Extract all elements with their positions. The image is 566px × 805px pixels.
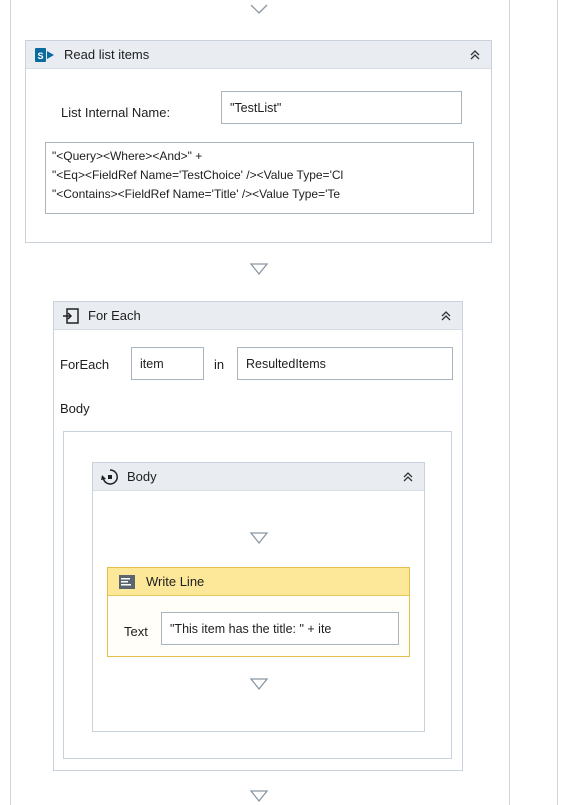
query-line: "<Contains><FieldRef Name='Title' /><Val… <box>52 187 341 201</box>
body-sequence-activity[interactable]: Body Write Line Text "This item has the … <box>92 462 425 732</box>
for-each-title: For Each <box>88 308 141 323</box>
double-chevron-up-icon[interactable] <box>438 308 454 324</box>
query-line: "<Eq><FieldRef Name='TestChoice' /><Valu… <box>52 168 344 182</box>
foreach-collection-field[interactable]: ResultedItems <box>237 347 453 380</box>
write-line-activity[interactable]: Write Line Text "This item has the title… <box>107 567 410 657</box>
body-label: Body <box>60 401 90 416</box>
drop-arrow-icon[interactable] <box>248 262 270 276</box>
query-field[interactable]: "<Query><Where><And>" + "<Eq><FieldRef N… <box>45 142 474 214</box>
body-sequence-header[interactable]: Body <box>93 463 424 491</box>
in-label: in <box>214 357 225 372</box>
read-list-items-header[interactable]: S Read list items <box>26 41 491 69</box>
svg-text:S: S <box>37 51 43 61</box>
designer-scroll-border <box>557 0 558 805</box>
foreach-icon <box>62 307 80 325</box>
for-each-header[interactable]: For Each <box>54 302 462 330</box>
designer-left-border <box>10 0 11 805</box>
foreach-label: ForEach <box>60 357 110 372</box>
for-each-activity[interactable]: For Each ForEach item in ResultedItems B… <box>53 301 463 771</box>
write-line-text-label: Text <box>124 624 148 639</box>
list-internal-name-label: List Internal Name: <box>61 105 171 120</box>
sequence-icon <box>101 468 119 486</box>
double-chevron-up-icon[interactable] <box>400 469 416 485</box>
drop-arrow-icon[interactable] <box>248 2 270 16</box>
list-internal-name-field[interactable]: "TestList" <box>221 91 462 124</box>
write-line-text-field[interactable]: "This item has the title: " + ite <box>161 612 399 645</box>
query-line: "<Query><Where><And>" + <box>52 149 203 163</box>
write-line-header[interactable]: Write Line <box>108 568 409 596</box>
drop-arrow-icon[interactable] <box>248 531 270 545</box>
write-line-title: Write Line <box>146 574 205 589</box>
sharepoint-icon: S <box>34 47 56 63</box>
write-line-icon <box>118 574 136 590</box>
drop-arrow-icon[interactable] <box>248 677 270 691</box>
designer-right-border <box>509 0 510 805</box>
body-sequence-title: Body <box>127 469 157 484</box>
read-list-items-title: Read list items <box>64 47 150 62</box>
drop-arrow-icon[interactable] <box>248 789 270 803</box>
for-each-body-container[interactable]: Body Write Line Text "This item has the … <box>63 431 452 759</box>
double-chevron-up-icon[interactable] <box>467 47 483 63</box>
read-list-items-activity[interactable]: S Read list items List Internal Name: "T… <box>25 40 492 243</box>
foreach-item-field[interactable]: item <box>131 347 204 380</box>
